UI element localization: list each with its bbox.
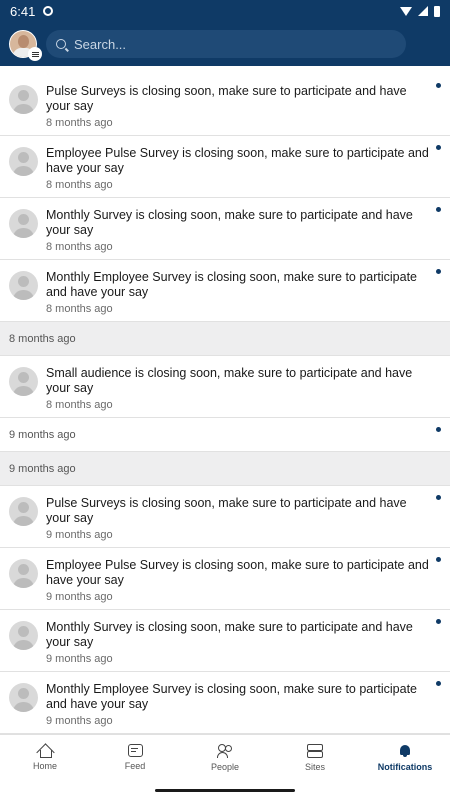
notification-item[interactable]: 9 months ago <box>0 418 450 452</box>
notification-item[interactable]: Monthly Employee Survey is closing soon,… <box>0 672 450 734</box>
unread-dot-icon <box>436 495 441 500</box>
tab-people[interactable]: People <box>180 735 270 780</box>
tab-feed[interactable]: Feed <box>90 735 180 780</box>
home-icon <box>38 744 52 758</box>
people-icon <box>217 743 233 758</box>
user-avatar-placeholder-icon <box>9 683 38 712</box>
tab-label: Notifications <box>377 761 433 772</box>
profile-menu-button[interactable] <box>9 30 42 61</box>
user-avatar-placeholder-icon <box>9 367 38 396</box>
unread-dot-icon <box>436 83 441 88</box>
notification-time: 9 months ago <box>46 591 113 603</box>
notification-time: 8 months ago <box>46 179 113 191</box>
section-header: 8 months ago <box>0 322 450 356</box>
notification-message: Monthly Employee Survey is closing soon,… <box>46 682 418 711</box>
section-header: 9 months ago <box>0 452 450 486</box>
notification-message: Monthly Survey is closing soon, make sur… <box>46 620 413 649</box>
user-avatar-placeholder-icon <box>9 85 38 114</box>
notification-message: Small audience is closing soon, make sur… <box>46 366 413 395</box>
notification-time: 9 months ago <box>9 428 76 441</box>
home-gesture-handle[interactable] <box>155 788 295 792</box>
user-avatar-placeholder-icon <box>9 559 38 588</box>
notification-message: Monthly Employee Survey is closing soon,… <box>46 270 418 299</box>
user-avatar-placeholder-icon <box>9 209 38 238</box>
notification-time: 8 months ago <box>46 399 113 411</box>
tab-sites[interactable]: Sites <box>270 735 360 780</box>
user-avatar-placeholder-icon <box>9 621 38 650</box>
battery-icon <box>434 5 440 17</box>
notification-message: Employee Pulse Survey is closing soon, m… <box>46 146 429 175</box>
search-placeholder: Search... <box>74 36 127 52</box>
user-avatar-placeholder-icon <box>9 147 38 176</box>
sites-icon <box>307 743 323 758</box>
unread-dot-icon <box>436 619 441 624</box>
wifi-icon <box>400 6 412 16</box>
tab-label: Sites <box>304 761 325 772</box>
unread-dot-icon <box>436 207 441 212</box>
user-avatar-placeholder-icon <box>9 497 38 526</box>
notification-item[interactable]: Employee Pulse Survey is closing soon, m… <box>0 548 450 610</box>
cell-signal-icon <box>418 6 428 16</box>
notification-status-icon <box>43 6 54 16</box>
search-icon <box>56 39 66 49</box>
notification-time: 8 months ago <box>46 241 113 253</box>
status-bar: 6:41 <box>0 0 450 22</box>
search-input[interactable]: Search... <box>46 30 406 58</box>
notification-time: 8 months ago <box>46 117 113 129</box>
notification-message: Monthly Survey is closing soon, make sur… <box>46 208 413 237</box>
tab-notifications[interactable]: Notifications <box>360 735 450 780</box>
unread-dot-icon <box>436 557 441 562</box>
bell-icon <box>398 744 412 758</box>
user-avatar-placeholder-icon <box>9 271 38 300</box>
unread-dot-icon <box>436 145 441 150</box>
notification-time: 9 months ago <box>46 653 113 665</box>
menu-icon <box>28 47 42 61</box>
notification-item[interactable]: Monthly Employee Survey is closing soon,… <box>0 260 450 322</box>
notification-time: 8 months ago <box>46 303 113 315</box>
notification-item[interactable]: Employee Pulse Survey is closing soon, m… <box>0 136 450 198</box>
status-time: 6:41 <box>10 3 36 19</box>
app-bar: Search... <box>0 22 450 66</box>
notification-message: Employee Pulse Survey is closing soon, m… <box>46 558 429 587</box>
notification-item[interactable]: Pulse Surveys is closing soon, make sure… <box>0 486 450 548</box>
feed-icon <box>127 744 143 757</box>
unread-dot-icon <box>436 427 441 432</box>
notification-item[interactable]: Small audience is closing soon, make sur… <box>0 356 450 418</box>
notifications-list[interactable]: Pulse Surveys is closing soon, make sure… <box>0 74 450 734</box>
notification-time: 9 months ago <box>46 715 113 727</box>
bottom-tab-bar: Home Feed People Sites Notifications <box>0 734 450 780</box>
notification-time: 9 months ago <box>46 529 113 541</box>
unread-dot-icon <box>436 681 441 686</box>
notification-item[interactable]: Monthly Survey is closing soon, make sur… <box>0 198 450 260</box>
notification-message: Pulse Surveys is closing soon, make sure… <box>46 496 407 525</box>
tab-label: Feed <box>124 761 146 771</box>
tab-home[interactable]: Home <box>0 735 90 780</box>
notification-item[interactable]: Pulse Surveys is closing soon, make sure… <box>0 74 450 136</box>
system-navigation-bar <box>0 780 450 800</box>
tab-label: People <box>210 761 240 772</box>
notification-message: Pulse Surveys is closing soon, make sure… <box>46 84 407 113</box>
unread-dot-icon <box>436 269 441 274</box>
tab-label: Home <box>32 761 57 771</box>
notification-item[interactable]: Monthly Survey is closing soon, make sur… <box>0 610 450 672</box>
